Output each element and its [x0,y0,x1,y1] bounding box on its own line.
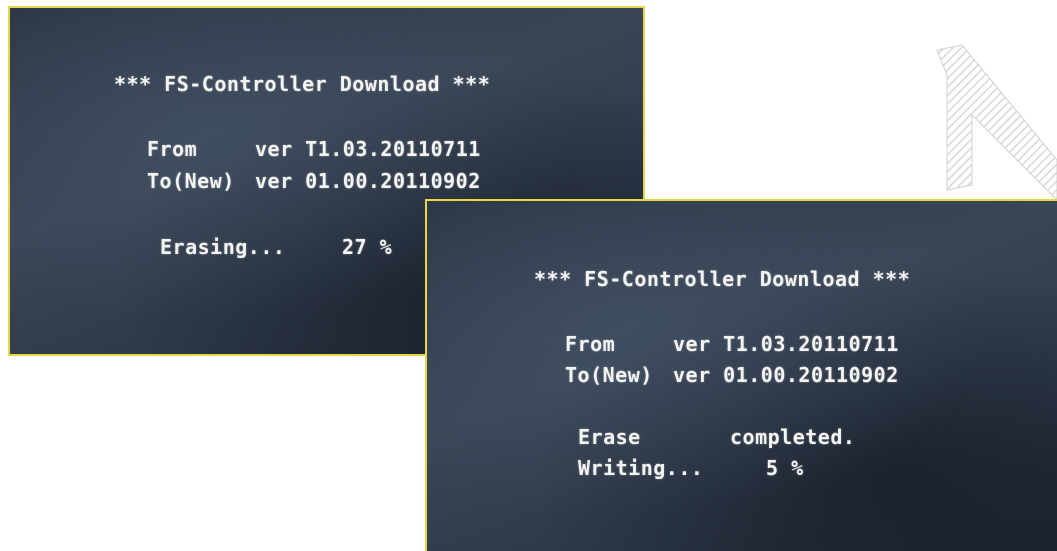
from-label: From [565,332,616,356]
from-label: From [147,137,198,161]
to-version-row: To(New) ver 01.00.20110902 [147,169,481,193]
to-label: To(New) [147,169,235,193]
to-label: To(New) [565,363,653,387]
erasing-label: Erasing... [160,235,286,259]
download-title: *** FS-Controller Download *** [114,72,491,96]
erase-label: Erase [578,425,641,449]
to-version: ver 01.00.20110902 [673,363,899,387]
erasing-progress: 27 % [342,235,393,259]
erase-status-row: Erase completed. [578,425,855,449]
from-version-row: From ver T1.03.20110711 [565,332,899,356]
from-version-row: From ver T1.03.20110711 [147,137,481,161]
writing-label: Writing... [578,456,704,480]
download-title: *** FS-Controller Download *** [534,267,911,291]
lcd-screen-writing: *** FS-Controller Download *** From ver T… [425,199,1057,551]
from-version: ver T1.03.20110711 [673,332,899,356]
to-version-row: To(New) ver 01.00.20110902 [565,363,899,387]
to-version: ver 01.00.20110902 [255,169,481,193]
erase-status: completed. [730,425,856,449]
writing-progress: 5 % [766,456,804,480]
erasing-status-row: Erasing... 27 % [160,235,392,259]
from-version: ver T1.03.20110711 [255,137,481,161]
writing-status-row: Writing... 5 % [578,456,804,480]
